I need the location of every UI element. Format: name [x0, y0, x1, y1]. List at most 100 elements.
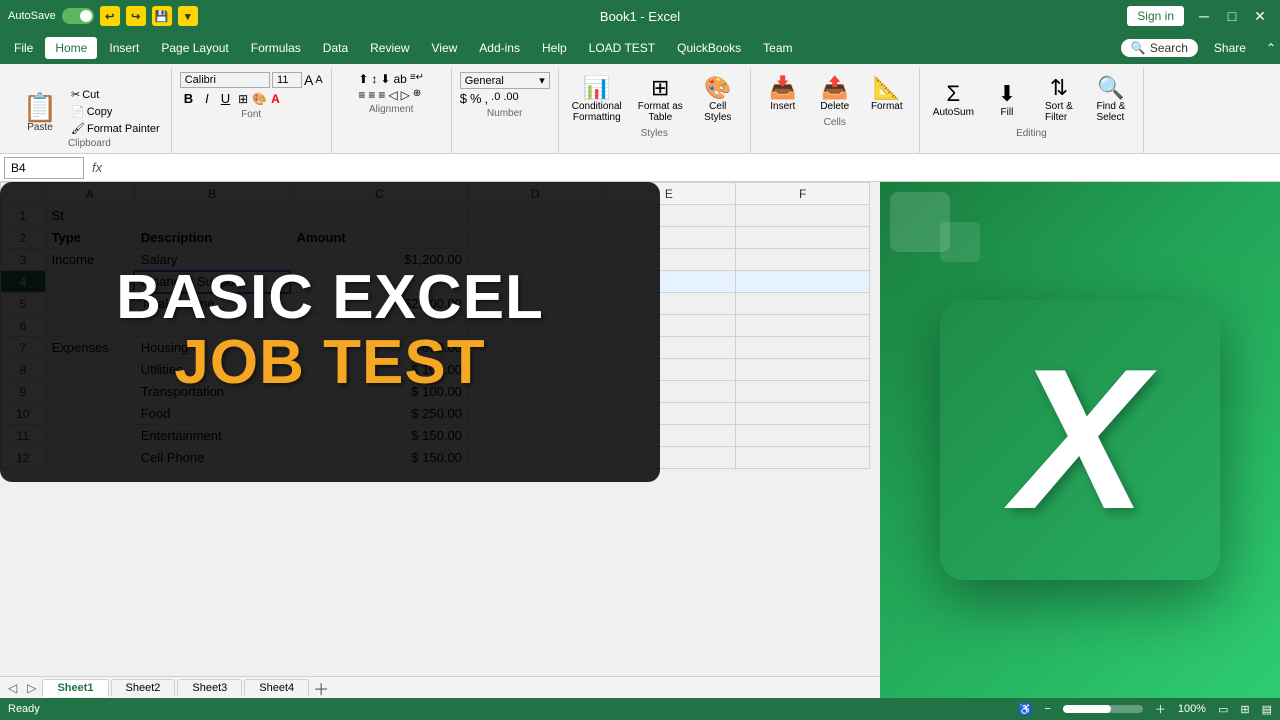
- number-format-selector[interactable]: General ▾: [460, 72, 550, 89]
- page-break-view[interactable]: ▤: [1262, 703, 1272, 716]
- align-right[interactable]: ≡: [378, 88, 385, 102]
- format-painter-button[interactable]: 🖌Format Painter: [68, 121, 163, 136]
- menu-home[interactable]: Home: [45, 37, 97, 59]
- menu-loadtest[interactable]: LOAD TEST: [579, 37, 665, 59]
- decrease-decimal[interactable]: .0: [491, 91, 500, 106]
- cell-f1[interactable]: [736, 205, 870, 227]
- page-layout-view[interactable]: ⊞: [1240, 703, 1249, 716]
- align-left[interactable]: ≡: [358, 88, 365, 102]
- undo-icon[interactable]: ↩: [100, 6, 120, 26]
- menu-file[interactable]: File: [4, 37, 43, 59]
- comma-button[interactable]: ,: [485, 91, 489, 106]
- cell-f8[interactable]: [736, 359, 870, 381]
- underline-button[interactable]: U: [217, 90, 234, 107]
- formula-input[interactable]: [110, 157, 1276, 179]
- menu-addins[interactable]: Add-ins: [469, 37, 530, 59]
- normal-view[interactable]: ▭: [1218, 703, 1228, 716]
- share-button[interactable]: Share: [1200, 37, 1260, 59]
- redo-icon[interactable]: ↪: [126, 6, 146, 26]
- thumbnail-overlay: BASIC EXCEL JOB TEST: [0, 182, 660, 482]
- increase-decimal[interactable]: .00: [503, 91, 518, 106]
- conditional-formatting-button[interactable]: 📊 ConditionalFormatting: [567, 72, 627, 126]
- insert-button[interactable]: 📥 Insert: [759, 72, 807, 115]
- sheet-tab-2[interactable]: Sheet2: [111, 679, 176, 696]
- menu-insert[interactable]: Insert: [99, 37, 149, 59]
- merge-center[interactable]: ⊕: [413, 88, 421, 102]
- cell-f4[interactable]: [736, 271, 870, 293]
- format-button[interactable]: 📐 Format: [863, 72, 911, 115]
- fill-color-button[interactable]: 🎨: [252, 92, 267, 106]
- format-as-table-button[interactable]: ⊞ Format asTable: [633, 72, 688, 126]
- cell-f12[interactable]: [736, 447, 870, 469]
- percent-button[interactable]: %: [470, 91, 482, 106]
- autosum-icon: Σ: [947, 81, 961, 107]
- search-box[interactable]: 🔍 Search: [1121, 39, 1198, 57]
- menu-review[interactable]: Review: [360, 37, 419, 59]
- align-center[interactable]: ≡: [368, 88, 375, 102]
- orientation-button[interactable]: ab: [393, 72, 406, 86]
- autosum-button[interactable]: Σ AutoSum: [928, 78, 979, 121]
- cell-f9[interactable]: [736, 381, 870, 403]
- cell-f10[interactable]: [736, 403, 870, 425]
- add-sheet-button[interactable]: ＋: [311, 678, 331, 698]
- restore-button[interactable]: □: [1220, 6, 1244, 26]
- font-size-increase[interactable]: A: [304, 72, 313, 88]
- close-button[interactable]: ✕: [1248, 6, 1272, 26]
- cell-styles-button[interactable]: 🎨 CellStyles: [694, 72, 742, 126]
- font-color-button[interactable]: A: [271, 92, 280, 106]
- zoom-in[interactable]: ＋: [1155, 701, 1166, 717]
- sheet-nav-right[interactable]: ▷: [23, 681, 40, 695]
- align-middle[interactable]: ↕: [371, 72, 377, 86]
- bold-button[interactable]: B: [180, 90, 197, 107]
- align-top[interactable]: ⬆: [358, 72, 368, 86]
- cell-f6[interactable]: [736, 315, 870, 337]
- sort-filter-button[interactable]: ⇅ Sort &Filter: [1035, 72, 1083, 126]
- ribbon-collapse-icon[interactable]: ⌃: [1266, 41, 1276, 55]
- font-name-row: Calibri 11 A A: [180, 72, 323, 88]
- sheet-tab-4[interactable]: Sheet4: [244, 679, 309, 696]
- find-select-button[interactable]: 🔍 Find &Select: [1087, 72, 1135, 126]
- menu-data[interactable]: Data: [313, 37, 358, 59]
- menu-page-layout[interactable]: Page Layout: [151, 37, 238, 59]
- currency-button[interactable]: $: [460, 91, 467, 106]
- menu-quickbooks[interactable]: QuickBooks: [667, 37, 751, 59]
- increase-indent[interactable]: ▷: [401, 88, 410, 102]
- align-bottom[interactable]: ⬇: [380, 72, 390, 86]
- paste-button[interactable]: 📋 Paste: [16, 91, 64, 136]
- menu-help[interactable]: Help: [532, 37, 577, 59]
- wrap-text-button[interactable]: ≡↵: [410, 72, 424, 86]
- border-button[interactable]: ⊞: [238, 92, 248, 106]
- menu-team[interactable]: Team: [753, 37, 802, 59]
- cell-f5[interactable]: [736, 293, 870, 315]
- sheet-tab-3[interactable]: Sheet3: [177, 679, 242, 696]
- delete-button[interactable]: 📤 Delete: [811, 72, 859, 115]
- menu-formulas[interactable]: Formulas: [241, 37, 311, 59]
- zoom-out[interactable]: −: [1044, 703, 1050, 715]
- cell-f3[interactable]: [736, 249, 870, 271]
- cell-f11[interactable]: [736, 425, 870, 447]
- decrease-indent[interactable]: ◁: [388, 88, 397, 102]
- font-name-selector[interactable]: Calibri: [180, 72, 270, 88]
- cut-button[interactable]: ✂Cut: [68, 87, 163, 102]
- name-box[interactable]: B4: [4, 157, 84, 179]
- sheet-tab-1[interactable]: Sheet1: [42, 679, 108, 697]
- more-icon[interactable]: ▾: [178, 6, 198, 26]
- copy-button[interactable]: 📄Copy: [68, 104, 163, 119]
- accessibility-icon[interactable]: ♿: [1019, 703, 1033, 716]
- cells-group: 📥 Insert 📤 Delete 📐 Format Cells: [751, 68, 920, 153]
- fill-button[interactable]: ⬇ Fill: [983, 78, 1031, 121]
- font-format-row: B I U ⊞ 🎨 A: [180, 90, 323, 107]
- font-size-selector[interactable]: 11: [272, 72, 302, 88]
- sheet-nav-left[interactable]: ◁: [4, 681, 21, 695]
- col-header-f[interactable]: F: [736, 183, 870, 205]
- cell-f2[interactable]: [736, 227, 870, 249]
- font-size-decrease[interactable]: A: [315, 74, 322, 86]
- minimize-button[interactable]: ─: [1192, 6, 1216, 26]
- autosave-toggle[interactable]: [62, 8, 94, 24]
- save-icon[interactable]: 💾: [152, 6, 172, 26]
- cell-f7[interactable]: [736, 337, 870, 359]
- menu-view[interactable]: View: [422, 37, 468, 59]
- sign-in-button[interactable]: Sign in: [1127, 6, 1184, 26]
- italic-button[interactable]: I: [201, 90, 213, 107]
- zoom-slider[interactable]: [1063, 705, 1143, 713]
